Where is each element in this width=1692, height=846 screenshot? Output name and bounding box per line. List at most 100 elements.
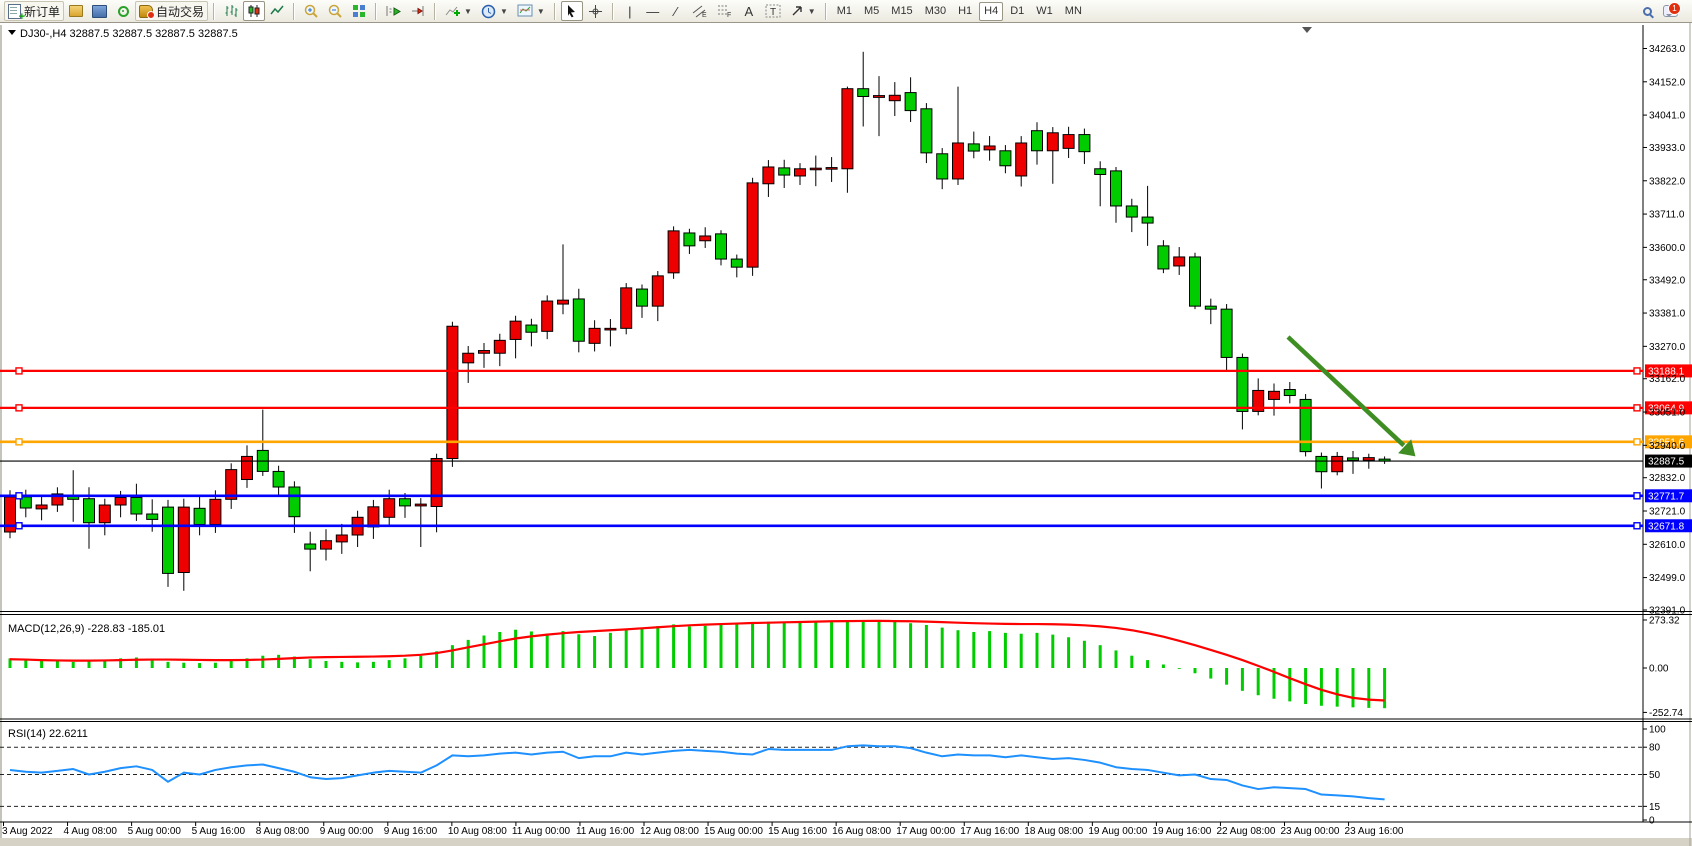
line-handle[interactable] — [16, 523, 22, 529]
arrows-tool-button[interactable]: ▼ — [786, 1, 820, 21]
line-handle[interactable] — [16, 493, 22, 499]
line-handle[interactable] — [1634, 368, 1640, 374]
date-label: 4 Aug 08:00 — [64, 826, 118, 837]
line-handle[interactable] — [1634, 439, 1640, 445]
bar-chart-type-button[interactable] — [220, 1, 242, 21]
cursor-tool-button[interactable] — [561, 1, 583, 21]
horizontal-line-tool-button[interactable]: — — [642, 1, 664, 21]
macd-label: MACD(12,26,9) -228.83 -185.01 — [8, 623, 165, 635]
search-button[interactable] — [1636, 1, 1658, 21]
vertical-line-icon: | — [628, 5, 631, 18]
auto-trading-button[interactable]: 自动交易 — [135, 1, 208, 21]
signals-button[interactable] — [112, 1, 134, 21]
svg-text:33492.0: 33492.0 — [1649, 275, 1686, 286]
macd-bar — [1004, 633, 1007, 668]
fibonacci-tool-button[interactable]: F — [713, 1, 737, 21]
svg-text:33162.0: 33162.0 — [1649, 374, 1686, 385]
macd-bar — [799, 622, 802, 668]
line-chart-type-button[interactable] — [266, 1, 288, 21]
timeframe-button-MN[interactable]: MN — [1060, 2, 1087, 21]
timeframe-button-M15[interactable]: M15 — [886, 2, 917, 21]
macd-bar — [1241, 668, 1244, 691]
auto-scroll-button[interactable] — [382, 1, 405, 21]
timeframe-button-M5[interactable]: M5 — [859, 2, 884, 21]
text-tool-button[interactable]: A — [738, 1, 760, 21]
macd-bar — [1209, 668, 1212, 679]
svg-text:34152.0: 34152.0 — [1649, 77, 1686, 88]
macd-bar — [1162, 664, 1165, 668]
line-handle[interactable] — [16, 368, 22, 374]
separator — [612, 3, 614, 20]
trendline-tool-button[interactable]: ∕ — [665, 1, 687, 21]
indicators-button[interactable]: ▼ — [441, 1, 476, 21]
signal-icon — [118, 6, 129, 17]
candlestick — [668, 226, 679, 278]
new-order-button[interactable]: + 新订单 — [4, 1, 64, 21]
svg-text:32499.0: 32499.0 — [1649, 573, 1686, 584]
timeframe-button-H4[interactable]: H4 — [979, 2, 1003, 21]
zoom-in-button[interactable] — [300, 1, 323, 21]
timeframe-button-M30[interactable]: M30 — [920, 2, 951, 21]
separator — [375, 3, 377, 20]
date-label: 12 Aug 08:00 — [640, 826, 699, 837]
date-label: 23 Aug 16:00 — [1345, 826, 1404, 837]
timeframe-button-M1[interactable]: M1 — [832, 2, 857, 21]
macd-bar — [767, 622, 770, 668]
date-label: 16 Aug 08:00 — [832, 826, 891, 837]
macd-bar — [451, 645, 454, 668]
template-icon — [517, 4, 533, 18]
candlestick — [1190, 253, 1201, 309]
macd-bar — [941, 628, 944, 668]
macd-bar — [56, 661, 59, 668]
macd-bar — [546, 634, 549, 668]
svg-text:80: 80 — [1649, 743, 1661, 754]
line-handle[interactable] — [16, 439, 22, 445]
svg-text:32721.0: 32721.0 — [1649, 507, 1686, 518]
zoom-in-icon — [304, 4, 319, 19]
channel-tool-button[interactable]: E — [688, 1, 712, 21]
macd-bar — [704, 626, 707, 668]
macd-bar — [909, 623, 912, 668]
svg-text:33933.0: 33933.0 — [1649, 143, 1686, 154]
macd-bar — [688, 627, 691, 668]
tile-windows-icon — [352, 4, 366, 18]
svg-text:F: F — [727, 12, 731, 18]
trendline-icon: ∕ — [675, 5, 677, 18]
text-label-tool-button[interactable]: T — [761, 1, 785, 21]
timeframe-button-W1[interactable]: W1 — [1031, 2, 1058, 21]
timeframe-button-D1[interactable]: D1 — [1005, 2, 1029, 21]
line-handle[interactable] — [1634, 405, 1640, 411]
macd-bar — [830, 621, 833, 668]
chart-shift-button[interactable] — [406, 1, 429, 21]
line-handle[interactable] — [1634, 523, 1640, 529]
price-tag-32671.8: 32671.8 — [1645, 519, 1692, 532]
svg-text:32832.0: 32832.0 — [1649, 473, 1686, 484]
macd-bar — [1383, 668, 1386, 708]
macd-bar — [214, 663, 217, 668]
vertical-line-tool-button[interactable]: | — [619, 1, 641, 21]
date-label: 19 Aug 16:00 — [1152, 826, 1211, 837]
line-handle[interactable] — [1634, 493, 1640, 499]
tile-windows-button[interactable] — [348, 1, 370, 21]
line-handle[interactable] — [16, 405, 22, 411]
chat-button[interactable]: 1 — [1659, 1, 1682, 21]
search-icon — [1643, 7, 1652, 16]
timeframe-buttons: M1M5M15M30H1H4D1W1MN — [832, 2, 1087, 21]
svg-text:33381.0: 33381.0 — [1649, 309, 1686, 320]
timeframe-button-H1[interactable]: H1 — [953, 2, 977, 21]
macd-bar — [277, 655, 280, 668]
zoom-out-button[interactable] — [324, 1, 347, 21]
market-button[interactable] — [65, 1, 87, 21]
candlestick — [447, 322, 458, 467]
macd-bar — [1194, 668, 1197, 673]
macd-bar — [593, 636, 596, 668]
date-label: 23 Aug 00:00 — [1281, 826, 1340, 837]
date-label: 17 Aug 00:00 — [896, 826, 955, 837]
date-label: 9 Aug 16:00 — [384, 826, 438, 837]
candlestick-chart-type-button[interactable] — [243, 1, 265, 21]
separator — [554, 3, 556, 20]
crosshair-tool-button[interactable] — [584, 1, 607, 21]
charts-profile-button[interactable] — [88, 1, 111, 21]
templates-button[interactable]: ▼ — [513, 1, 549, 21]
periods-button[interactable]: ▼ — [477, 1, 512, 21]
